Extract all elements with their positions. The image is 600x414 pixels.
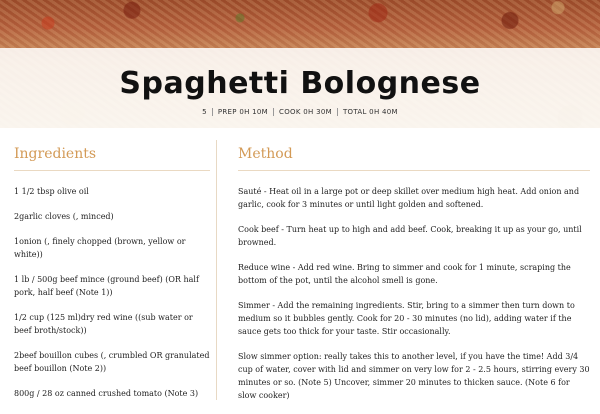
ingredients-column: Ingredients 1 1/2 tbsp olive oil 2garlic… [14, 128, 210, 412]
meta-divider [336, 108, 338, 116]
ingredient-item: 1/2 cup (125 ml)dry red wine ((sub water… [14, 313, 193, 335]
method-column: Method Sauté - Heat oil in a large pot o… [238, 128, 590, 414]
ingredient-item: 2garlic cloves (, minced) [14, 212, 114, 221]
method-heading: Method [238, 146, 293, 162]
recipe-meta: 5 PREP 0H 10M COOK 0H 30M TOTAL 0H 40M [0, 108, 600, 116]
servings: 5 [202, 108, 207, 116]
recipe-header: Spaghetti Bolognese 5 PREP 0H 10M COOK 0H … [0, 0, 600, 128]
prep-time: PREP 0H 10M [217, 108, 269, 116]
ingredient-item: 1 lb / 500g beef mince (ground beef) (OR… [14, 275, 199, 297]
recipe-body: Ingredients 1 1/2 tbsp olive oil 2garlic… [0, 128, 600, 400]
method-step: Simmer - Add the remaining ingredients. … [238, 301, 575, 336]
method-step: Slow simmer option: really takes this to… [238, 352, 590, 400]
ingredients-list: 1 1/2 tbsp olive oil 2garlic cloves (, m… [14, 185, 210, 400]
ingredients-heading: Ingredients [14, 146, 97, 162]
method-step: Sauté - Heat oil in a large pot or deep … [238, 187, 580, 209]
ingredient-item: 800g / 28 oz canned crushed tomato (Note… [14, 389, 199, 398]
method-list: Sauté - Heat oil in a large pot or deep … [238, 185, 590, 402]
recipe-title: Spaghetti Bolognese [119, 66, 481, 101]
total-time: TOTAL 0H 40M [342, 108, 398, 116]
ingredient-item: 1 1/2 tbsp olive oil [14, 187, 89, 196]
method-rule [238, 170, 590, 171]
ingredient-item: 1onion (, finely chopped (brown, yellow … [14, 237, 186, 259]
ingredients-rule [14, 170, 210, 171]
cook-time: COOK 0H 30M [279, 108, 332, 116]
method-step: Reduce wine - Add red wine. Bring to sim… [238, 263, 571, 285]
meta-divider [273, 108, 275, 116]
ingredient-item: 2beef bouillon cubes (, crumbled OR gran… [14, 351, 210, 373]
column-divider [216, 140, 217, 400]
meta-divider [211, 108, 213, 116]
method-step: Cook beef - Turn heat up to high and add… [238, 225, 582, 247]
